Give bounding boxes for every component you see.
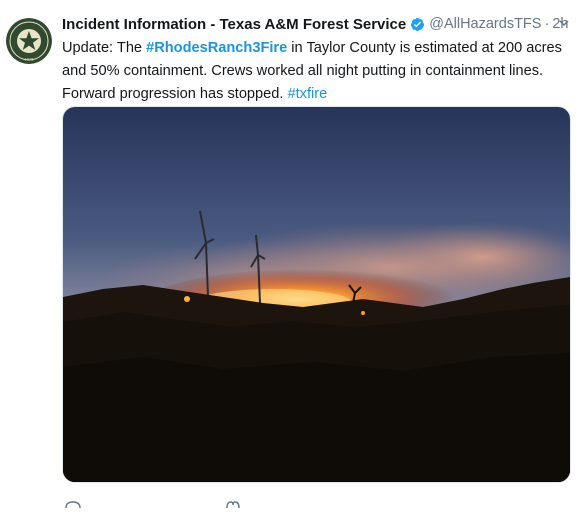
seal-year: 1915 <box>25 57 35 62</box>
header-separator: · <box>544 16 550 32</box>
tweet-text: Update: The #RhodesRanch3Fire in Taylor … <box>62 37 572 106</box>
reply-icon[interactable] <box>64 495 82 509</box>
tweet-actions <box>62 495 571 509</box>
hashtag-link-rhodesranch3fire[interactable]: #RhodesRanch3Fire <box>146 40 287 56</box>
forest-service-seal-icon: 1915 <box>6 18 52 64</box>
avatar[interactable]: 1915 <box>6 18 52 64</box>
author-name[interactable]: Incident Information - Texas A&M Forest … <box>62 16 406 33</box>
tweet-text-part-1: Update: The <box>62 40 147 56</box>
chevron-down-icon[interactable] <box>558 16 570 28</box>
heart-icon[interactable] <box>224 495 242 509</box>
wildfire-photo <box>63 107 570 482</box>
tweet-content: Incident Information - Texas A&M Forest … <box>62 12 572 106</box>
verified-badge-icon <box>410 17 425 32</box>
tweet-photo[interactable] <box>62 106 571 483</box>
hashtag-link-txfire[interactable]: #txfire <box>288 86 328 102</box>
author-handle[interactable]: @AllHazardsTFS <box>429 16 541 32</box>
tweet-header: Incident Information - Texas A&M Forest … <box>62 12 572 36</box>
